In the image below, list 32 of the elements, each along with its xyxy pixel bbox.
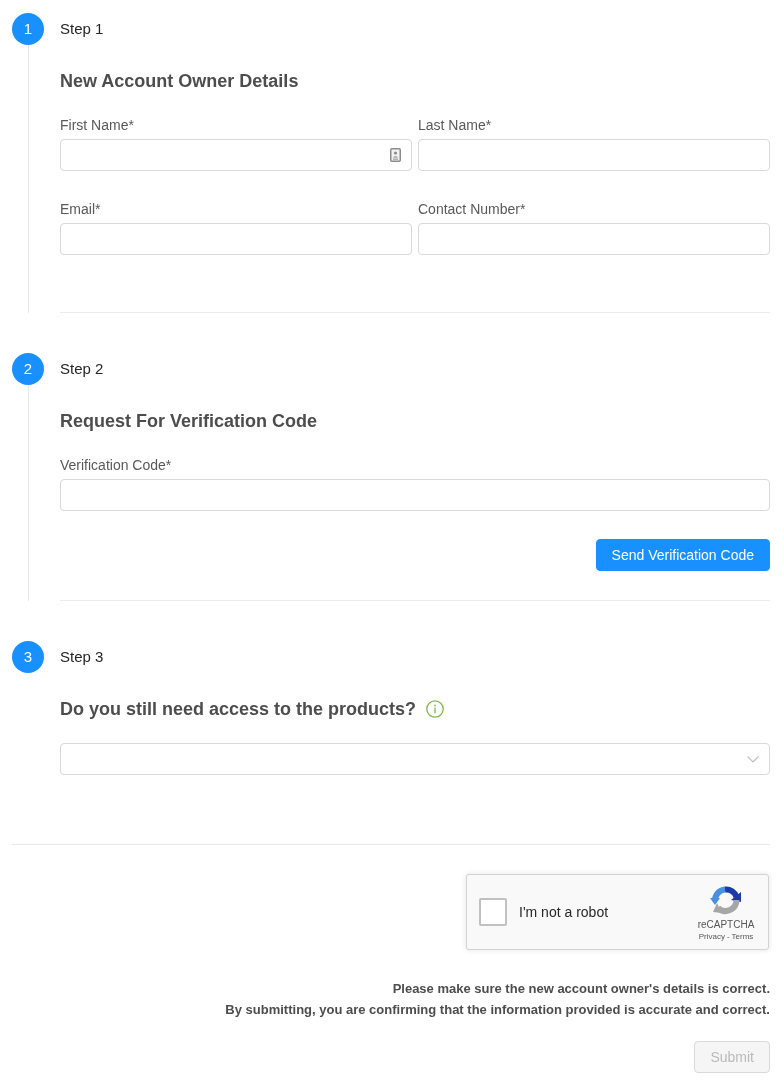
field-label: Email*	[60, 200, 101, 219]
section-heading: New Account Owner Details	[60, 70, 299, 93]
section-heading: Request For Verification Code	[60, 410, 318, 433]
circular-arrows-icon	[710, 883, 742, 916]
step-number: 1	[12, 13, 44, 45]
field-label: Contact Number*	[418, 200, 526, 219]
step-title: Step 2	[60, 359, 104, 379]
select-field[interactable]	[60, 743, 770, 775]
step-number: 3	[12, 641, 44, 673]
notice-text: Please make sure the new account owner's details is correct.	[392, 980, 770, 998]
info-icon[interactable]	[426, 700, 445, 718]
section-heading: Do you still need access to the products?	[60, 698, 417, 721]
footer-link[interactable]: Terms	[731, 930, 754, 943]
text-input[interactable]	[418, 139, 770, 171]
notice-text: By submitting, you are confirming that the information provided is accurate and correct.	[225, 1001, 770, 1019]
field-label: Last Name*	[418, 116, 492, 135]
checkbox[interactable]	[479, 898, 507, 926]
text-input[interactable]	[60, 139, 412, 171]
brand-label: reCAPTCHA	[697, 918, 755, 931]
text-input[interactable]	[418, 223, 770, 255]
text-input[interactable]	[60, 223, 412, 255]
checkbox-label: I'm not a robot	[519, 904, 610, 920]
step-title: Step 1	[60, 19, 104, 39]
link-separator: -	[726, 930, 730, 943]
contact-card-icon[interactable]	[390, 148, 401, 162]
field-label: Verification Code*	[60, 456, 172, 475]
step-title: Step 3	[60, 647, 104, 667]
text-input[interactable]	[60, 479, 770, 511]
footer-link[interactable]: Privacy	[698, 930, 725, 943]
field-label: First Name*	[60, 116, 134, 135]
chevron-down-icon	[747, 755, 759, 763]
step-number: 2	[12, 353, 44, 385]
